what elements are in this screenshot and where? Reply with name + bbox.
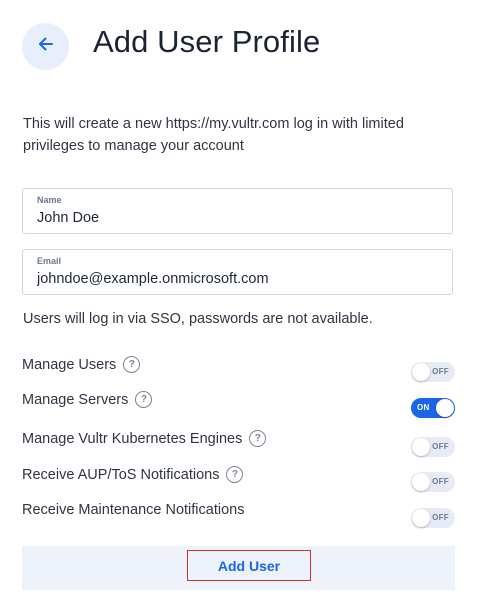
back-button[interactable] bbox=[22, 23, 69, 70]
email-label: Email bbox=[37, 256, 62, 266]
toggle-state: OFF bbox=[432, 367, 449, 376]
permission-label: Manage Vultr Kubernetes Engines bbox=[22, 430, 243, 447]
permission-row-manage-users: Manage Users ? OFF bbox=[22, 356, 455, 382]
name-input[interactable] bbox=[37, 210, 437, 226]
email-input[interactable] bbox=[37, 271, 437, 287]
question-circle-icon[interactable]: ? bbox=[249, 430, 267, 447]
email-field[interactable]: Email bbox=[22, 249, 453, 295]
permission-row-aup-tos: Receive AUP/ToS Notifications ? OFF bbox=[22, 466, 455, 492]
toggle-state: OFF bbox=[432, 477, 449, 486]
page-title: Add User Profile bbox=[93, 24, 321, 59]
question-circle-icon[interactable]: ? bbox=[226, 466, 244, 483]
arrow-left-icon bbox=[37, 35, 55, 58]
toggle-state: OFF bbox=[432, 442, 449, 451]
manage-kubernetes-toggle[interactable]: OFF bbox=[411, 437, 455, 457]
manage-servers-toggle[interactable]: ON bbox=[411, 398, 455, 418]
question-circle-icon[interactable]: ? bbox=[123, 356, 141, 373]
permission-row-manage-servers: Manage Servers ? ON bbox=[22, 391, 455, 418]
question-circle-icon[interactable]: ? bbox=[135, 391, 153, 408]
permission-row-manage-kubernetes: Manage Vultr Kubernetes Engines ? OFF bbox=[22, 430, 455, 457]
form-footer: Add User bbox=[22, 546, 455, 590]
permission-row-maintenance: Receive Maintenance Notifications OFF bbox=[22, 502, 455, 528]
toggle-knob bbox=[412, 438, 430, 456]
permission-label: Manage Servers bbox=[22, 391, 129, 408]
toggle-knob bbox=[412, 473, 430, 491]
name-field[interactable]: Name bbox=[22, 188, 453, 234]
manage-users-toggle[interactable]: OFF bbox=[411, 362, 455, 382]
toggle-state: ON bbox=[417, 403, 430, 412]
add-user-button[interactable]: Add User bbox=[187, 550, 311, 581]
aup-tos-toggle[interactable]: OFF bbox=[411, 472, 455, 492]
toggle-knob bbox=[412, 363, 430, 381]
maintenance-toggle[interactable]: OFF bbox=[411, 508, 455, 528]
permission-label: Receive Maintenance Notifications bbox=[22, 502, 245, 518]
permission-label: Receive AUP/ToS Notifications bbox=[22, 466, 220, 483]
toggle-state: OFF bbox=[432, 513, 449, 522]
permission-label: Manage Users bbox=[22, 356, 117, 373]
toggle-knob bbox=[436, 399, 454, 417]
name-label: Name bbox=[37, 195, 62, 205]
description-text: This will create a new https://my.vultr.… bbox=[23, 116, 404, 154]
toggle-knob bbox=[412, 509, 430, 527]
sso-note: Users will log in via SSO, passwords are… bbox=[23, 311, 373, 327]
